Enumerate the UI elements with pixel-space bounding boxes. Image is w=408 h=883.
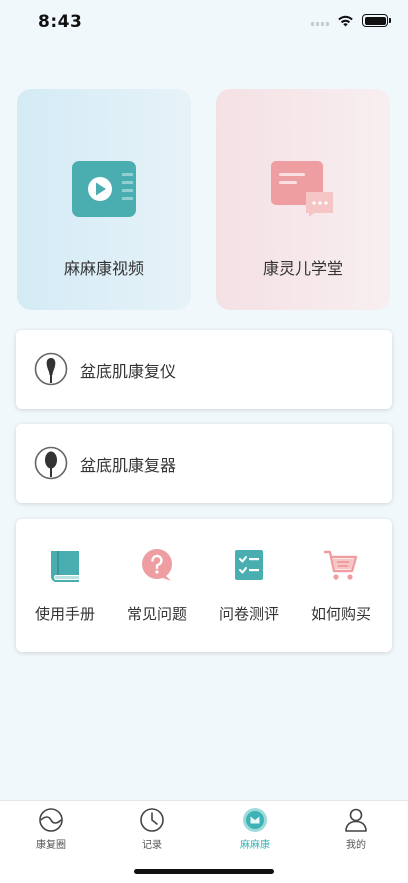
tab-label: 我的: [346, 840, 366, 851]
tab-community[interactable]: 康复圈: [11, 807, 91, 851]
person-icon: [345, 808, 367, 832]
tab-label: 麻麻康: [240, 840, 270, 851]
feature-card-video[interactable]: 麻麻康视频: [17, 89, 191, 310]
cart-icon: [323, 550, 358, 580]
feature-card-school[interactable]: 康灵儿学堂: [216, 89, 390, 310]
probe-icon: [34, 352, 68, 386]
chat-bubble-icon: [271, 161, 333, 217]
tab-label: 康复圈: [36, 840, 66, 851]
tool-purchase[interactable]: 如何购买: [298, 547, 384, 624]
book-icon: [51, 551, 79, 582]
wifi-icon: [338, 15, 353, 26]
device-label: 盆底肌康复器: [80, 456, 177, 475]
tool-manual[interactable]: 使用手册: [22, 547, 108, 624]
cellular-signal-icon: [311, 16, 329, 26]
battery-icon: [362, 14, 391, 27]
tool-label: 问卷测评: [218, 605, 279, 623]
tab-me[interactable]: 我的: [316, 807, 396, 851]
status-bar: 8:43: [0, 0, 408, 48]
tab-label: 记录: [142, 840, 162, 851]
tool-label: 使用手册: [34, 605, 95, 623]
tool-label: 如何购买: [310, 605, 371, 623]
circle-community-icon: [39, 808, 63, 832]
question-icon: [142, 549, 172, 581]
clock-icon: [140, 808, 164, 832]
video-play-icon: [72, 161, 136, 217]
status-time: 8:43: [38, 12, 83, 32]
device-row-probe[interactable]: 盆底肌康复仪: [16, 330, 392, 409]
device-label: 盆底肌康复仪: [80, 362, 177, 381]
status-icons: [311, 14, 391, 27]
feature-card-label: 麻麻康视频: [63, 259, 144, 278]
tool-faq[interactable]: 常见问题: [114, 547, 200, 624]
tab-records[interactable]: 记录: [112, 807, 192, 851]
home-indicator: [134, 869, 274, 874]
trainer-icon: [34, 446, 68, 480]
tools-card: 使用手册 常见问题 问卷测评 如何购买: [16, 519, 392, 652]
device-row-trainer[interactable]: 盆底肌康复器: [16, 424, 392, 503]
tool-survey[interactable]: 问卷测评: [206, 547, 292, 624]
home-logo-icon: [243, 808, 267, 832]
tab-home[interactable]: 麻麻康: [215, 807, 295, 851]
checklist-icon: [235, 550, 263, 580]
feature-card-label: 康灵儿学堂: [262, 259, 343, 278]
tool-label: 常见问题: [126, 605, 187, 623]
